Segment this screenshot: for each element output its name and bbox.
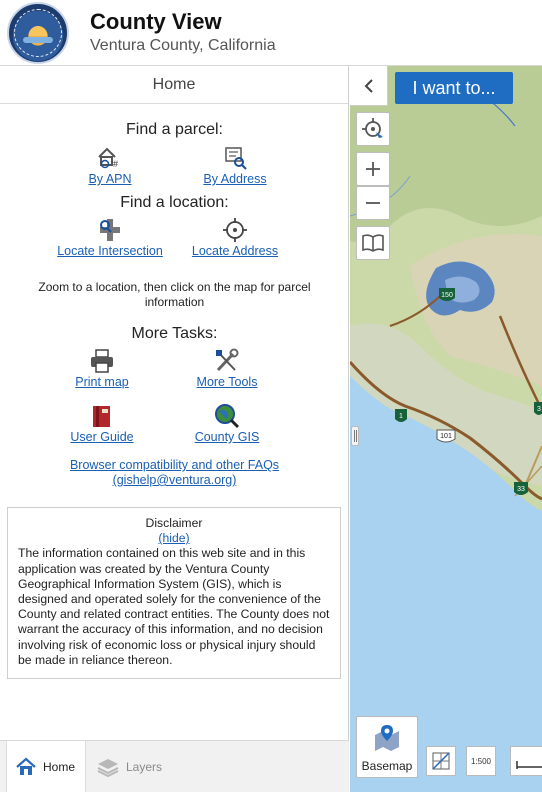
print-map-tool[interactable]: Print map	[37, 348, 167, 389]
zoom-out-button[interactable]	[356, 186, 390, 220]
address-search-icon	[225, 147, 247, 170]
measure-tool-button[interactable]	[426, 746, 456, 776]
route-101-label: 101	[440, 433, 452, 440]
app-header: County View Ventura County, California	[0, 0, 542, 66]
route-150-label: 150	[441, 292, 453, 299]
globe-search-icon	[215, 404, 240, 429]
panel-title: Home	[0, 66, 348, 104]
chevron-left-icon	[364, 78, 373, 93]
user-guide-link[interactable]: User Guide	[37, 430, 167, 444]
basemap-button[interactable]: Basemap	[356, 716, 418, 778]
scale-ratio-label: 1:500	[470, 756, 492, 766]
home-panel: Home Find a parcel: # By APN By Address …	[0, 66, 349, 792]
printer-icon	[91, 349, 113, 373]
grid-measure-icon	[432, 752, 450, 770]
tab-home-label: Home	[43, 760, 76, 774]
by-address-tool[interactable]: By Address	[170, 145, 300, 186]
disclaimer-title: Disclaimer	[145, 516, 203, 530]
locate-intersection-tool[interactable]: Locate Intersection	[45, 217, 175, 258]
app: County View Ventura County, California H…	[0, 0, 542, 792]
county-gis-tool[interactable]: County GIS	[162, 403, 292, 444]
scale-tool-button[interactable]: 1:500	[466, 746, 496, 776]
find-location-heading: Find a location:	[120, 194, 229, 211]
panel-tab-bar: Home Layers	[0, 740, 349, 792]
zoom-in-button[interactable]	[356, 152, 390, 186]
route-33-label: 33	[517, 486, 525, 493]
gis-help-email-link[interactable]: (gishelp@ventura.org)	[113, 473, 237, 487]
scale-bar-graphic	[516, 761, 542, 769]
intersection-icon	[100, 219, 120, 241]
locate-address-link[interactable]: Locate Address	[170, 244, 300, 258]
tab-layers-label: Layers	[126, 760, 163, 774]
tab-home[interactable]: Home	[6, 741, 86, 792]
guide-book-icon	[93, 406, 110, 427]
by-apn-link[interactable]: By APN	[45, 172, 175, 186]
map-view[interactable]: 150 1 101 33 3 I want to... Basemap 1:50…	[350, 66, 542, 792]
zoom-instruction-text: Zoom to a location, then click on the ma…	[38, 280, 311, 309]
locate-me-button[interactable]	[356, 112, 390, 146]
user-guide-tool[interactable]: User Guide	[37, 403, 167, 444]
plus-icon	[366, 162, 380, 176]
layers-icon	[97, 759, 119, 778]
tab-layers[interactable]: Layers	[88, 741, 178, 792]
panel-splitter-handle[interactable]	[351, 426, 359, 446]
by-address-link[interactable]: By Address	[170, 172, 300, 186]
route-1-label: 1	[399, 413, 403, 420]
faq-link[interactable]: Browser compatibility and other FAQs	[70, 458, 279, 472]
more-tasks-heading: More Tasks:	[131, 325, 218, 342]
seal-wave	[23, 37, 53, 43]
disclaimer-hide-link[interactable]: (hide)	[158, 531, 189, 545]
disclaimer-body: The information contained on this web si…	[18, 546, 330, 667]
wrench-screwdriver-icon	[216, 348, 239, 372]
locate-address-tool[interactable]: Locate Address	[170, 217, 300, 258]
collapse-panel-button[interactable]	[350, 66, 388, 106]
parcel-apn-icon: #	[98, 147, 118, 169]
disclaimer-box: Disclaimer (hide) The information contai…	[7, 507, 341, 679]
find-parcel-heading: Find a parcel:	[126, 121, 223, 138]
by-apn-tool[interactable]: # By APN	[45, 145, 175, 186]
locate-intersection-link[interactable]: Locate Intersection	[45, 244, 175, 258]
svg-text:#: #	[113, 159, 118, 169]
county-seal-logo	[7, 2, 69, 64]
open-book-icon	[362, 234, 384, 252]
basemap-label: Basemap	[361, 759, 413, 773]
minus-icon	[366, 202, 380, 204]
basemap-icon	[375, 725, 399, 751]
route-3-label: 3	[537, 406, 541, 413]
more-tools-tool[interactable]: More Tools	[162, 348, 292, 389]
i-want-to-button[interactable]: I want to...	[395, 72, 513, 104]
home-icon	[16, 757, 36, 775]
bookmarks-button[interactable]	[356, 226, 390, 260]
faq-block: Browser compatibility and other FAQs (gi…	[16, 458, 333, 488]
geolocate-icon	[362, 118, 383, 138]
app-subtitle: Ventura County, California	[90, 37, 276, 54]
app-title: County View	[90, 9, 222, 34]
more-tools-link[interactable]: More Tools	[162, 375, 292, 389]
crosshair-icon	[223, 218, 247, 242]
print-map-link[interactable]: Print map	[37, 375, 167, 389]
county-gis-link[interactable]: County GIS	[162, 430, 292, 444]
scale-bar	[510, 746, 542, 776]
